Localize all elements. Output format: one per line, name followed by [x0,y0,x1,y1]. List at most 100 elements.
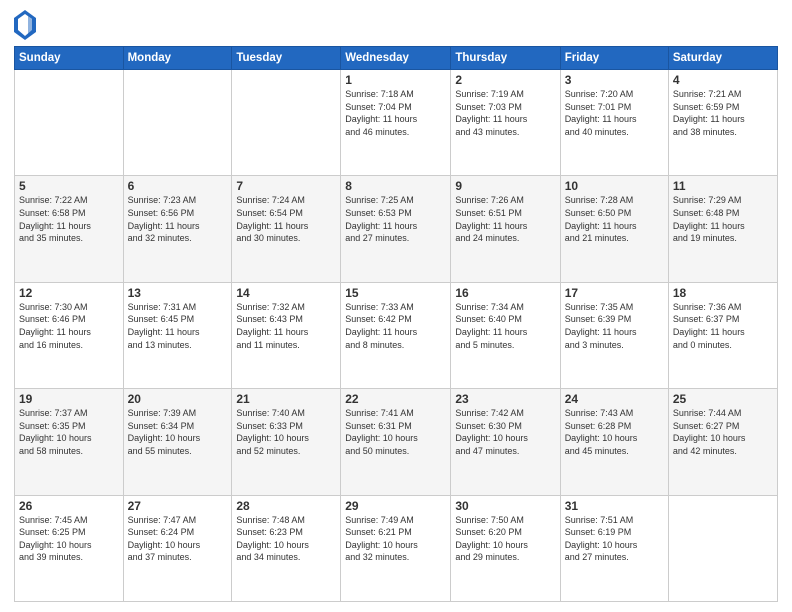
calendar-cell: 10Sunrise: 7:28 AMSunset: 6:50 PMDayligh… [560,176,668,282]
cell-info: Sunrise: 7:51 AMSunset: 6:19 PMDaylight:… [565,514,664,564]
calendar-cell [232,70,341,176]
cell-info: Sunrise: 7:47 AMSunset: 6:24 PMDaylight:… [128,514,228,564]
header [14,10,778,38]
cell-info: Sunrise: 7:32 AMSunset: 6:43 PMDaylight:… [236,301,336,351]
cell-info: Sunrise: 7:49 AMSunset: 6:21 PMDaylight:… [345,514,446,564]
calendar-cell: 31Sunrise: 7:51 AMSunset: 6:19 PMDayligh… [560,495,668,601]
day-number: 4 [673,73,773,87]
cell-info: Sunrise: 7:50 AMSunset: 6:20 PMDaylight:… [455,514,555,564]
page: SundayMondayTuesdayWednesdayThursdayFrid… [0,0,792,612]
day-header-tuesday: Tuesday [232,47,341,70]
cell-info: Sunrise: 7:37 AMSunset: 6:35 PMDaylight:… [19,407,119,457]
calendar-cell: 14Sunrise: 7:32 AMSunset: 6:43 PMDayligh… [232,282,341,388]
calendar-header-row: SundayMondayTuesdayWednesdayThursdayFrid… [15,47,778,70]
day-number: 29 [345,499,446,513]
calendar-cell: 2Sunrise: 7:19 AMSunset: 7:03 PMDaylight… [451,70,560,176]
cell-info: Sunrise: 7:18 AMSunset: 7:04 PMDaylight:… [345,88,446,138]
day-number: 14 [236,286,336,300]
day-number: 2 [455,73,555,87]
day-number: 31 [565,499,664,513]
cell-info: Sunrise: 7:35 AMSunset: 6:39 PMDaylight:… [565,301,664,351]
calendar-cell [15,70,124,176]
calendar-cell: 5Sunrise: 7:22 AMSunset: 6:58 PMDaylight… [15,176,124,282]
cell-info: Sunrise: 7:43 AMSunset: 6:28 PMDaylight:… [565,407,664,457]
day-number: 21 [236,392,336,406]
calendar-cell: 24Sunrise: 7:43 AMSunset: 6:28 PMDayligh… [560,389,668,495]
cell-info: Sunrise: 7:19 AMSunset: 7:03 PMDaylight:… [455,88,555,138]
day-header-wednesday: Wednesday [341,47,451,70]
day-header-sunday: Sunday [15,47,124,70]
calendar-cell: 9Sunrise: 7:26 AMSunset: 6:51 PMDaylight… [451,176,560,282]
calendar-cell: 20Sunrise: 7:39 AMSunset: 6:34 PMDayligh… [123,389,232,495]
calendar-cell: 23Sunrise: 7:42 AMSunset: 6:30 PMDayligh… [451,389,560,495]
cell-info: Sunrise: 7:30 AMSunset: 6:46 PMDaylight:… [19,301,119,351]
day-number: 25 [673,392,773,406]
day-number: 1 [345,73,446,87]
day-header-saturday: Saturday [668,47,777,70]
logo-icon [14,10,34,38]
calendar-week-row: 1Sunrise: 7:18 AMSunset: 7:04 PMDaylight… [15,70,778,176]
cell-info: Sunrise: 7:36 AMSunset: 6:37 PMDaylight:… [673,301,773,351]
calendar-week-row: 26Sunrise: 7:45 AMSunset: 6:25 PMDayligh… [15,495,778,601]
calendar-cell: 11Sunrise: 7:29 AMSunset: 6:48 PMDayligh… [668,176,777,282]
calendar-cell: 19Sunrise: 7:37 AMSunset: 6:35 PMDayligh… [15,389,124,495]
day-number: 5 [19,179,119,193]
cell-info: Sunrise: 7:26 AMSunset: 6:51 PMDaylight:… [455,194,555,244]
day-number: 22 [345,392,446,406]
cell-info: Sunrise: 7:42 AMSunset: 6:30 PMDaylight:… [455,407,555,457]
calendar-cell: 4Sunrise: 7:21 AMSunset: 6:59 PMDaylight… [668,70,777,176]
cell-info: Sunrise: 7:45 AMSunset: 6:25 PMDaylight:… [19,514,119,564]
cell-info: Sunrise: 7:28 AMSunset: 6:50 PMDaylight:… [565,194,664,244]
cell-info: Sunrise: 7:23 AMSunset: 6:56 PMDaylight:… [128,194,228,244]
cell-info: Sunrise: 7:29 AMSunset: 6:48 PMDaylight:… [673,194,773,244]
calendar-cell: 6Sunrise: 7:23 AMSunset: 6:56 PMDaylight… [123,176,232,282]
day-number: 19 [19,392,119,406]
calendar-cell: 7Sunrise: 7:24 AMSunset: 6:54 PMDaylight… [232,176,341,282]
cell-info: Sunrise: 7:31 AMSunset: 6:45 PMDaylight:… [128,301,228,351]
calendar-cell: 3Sunrise: 7:20 AMSunset: 7:01 PMDaylight… [560,70,668,176]
day-number: 7 [236,179,336,193]
calendar-cell: 16Sunrise: 7:34 AMSunset: 6:40 PMDayligh… [451,282,560,388]
calendar-cell [668,495,777,601]
calendar-cell: 1Sunrise: 7:18 AMSunset: 7:04 PMDaylight… [341,70,451,176]
day-number: 16 [455,286,555,300]
day-header-thursday: Thursday [451,47,560,70]
cell-info: Sunrise: 7:33 AMSunset: 6:42 PMDaylight:… [345,301,446,351]
day-number: 20 [128,392,228,406]
day-number: 17 [565,286,664,300]
calendar-cell: 29Sunrise: 7:49 AMSunset: 6:21 PMDayligh… [341,495,451,601]
cell-info: Sunrise: 7:48 AMSunset: 6:23 PMDaylight:… [236,514,336,564]
day-header-friday: Friday [560,47,668,70]
calendar-cell: 12Sunrise: 7:30 AMSunset: 6:46 PMDayligh… [15,282,124,388]
logo [14,10,37,38]
day-number: 30 [455,499,555,513]
cell-info: Sunrise: 7:40 AMSunset: 6:33 PMDaylight:… [236,407,336,457]
calendar-cell: 26Sunrise: 7:45 AMSunset: 6:25 PMDayligh… [15,495,124,601]
day-number: 9 [455,179,555,193]
calendar-cell [123,70,232,176]
day-number: 6 [128,179,228,193]
day-number: 10 [565,179,664,193]
cell-info: Sunrise: 7:39 AMSunset: 6:34 PMDaylight:… [128,407,228,457]
calendar-cell: 27Sunrise: 7:47 AMSunset: 6:24 PMDayligh… [123,495,232,601]
day-number: 15 [345,286,446,300]
calendar-cell: 30Sunrise: 7:50 AMSunset: 6:20 PMDayligh… [451,495,560,601]
day-number: 26 [19,499,119,513]
day-number: 18 [673,286,773,300]
day-number: 11 [673,179,773,193]
calendar-week-row: 5Sunrise: 7:22 AMSunset: 6:58 PMDaylight… [15,176,778,282]
cell-info: Sunrise: 7:44 AMSunset: 6:27 PMDaylight:… [673,407,773,457]
calendar-cell: 8Sunrise: 7:25 AMSunset: 6:53 PMDaylight… [341,176,451,282]
calendar-week-row: 19Sunrise: 7:37 AMSunset: 6:35 PMDayligh… [15,389,778,495]
day-number: 3 [565,73,664,87]
calendar-cell: 18Sunrise: 7:36 AMSunset: 6:37 PMDayligh… [668,282,777,388]
calendar-cell: 15Sunrise: 7:33 AMSunset: 6:42 PMDayligh… [341,282,451,388]
day-number: 8 [345,179,446,193]
day-number: 28 [236,499,336,513]
calendar-cell: 28Sunrise: 7:48 AMSunset: 6:23 PMDayligh… [232,495,341,601]
day-number: 24 [565,392,664,406]
day-number: 13 [128,286,228,300]
day-number: 12 [19,286,119,300]
calendar-cell: 17Sunrise: 7:35 AMSunset: 6:39 PMDayligh… [560,282,668,388]
calendar-cell: 21Sunrise: 7:40 AMSunset: 6:33 PMDayligh… [232,389,341,495]
